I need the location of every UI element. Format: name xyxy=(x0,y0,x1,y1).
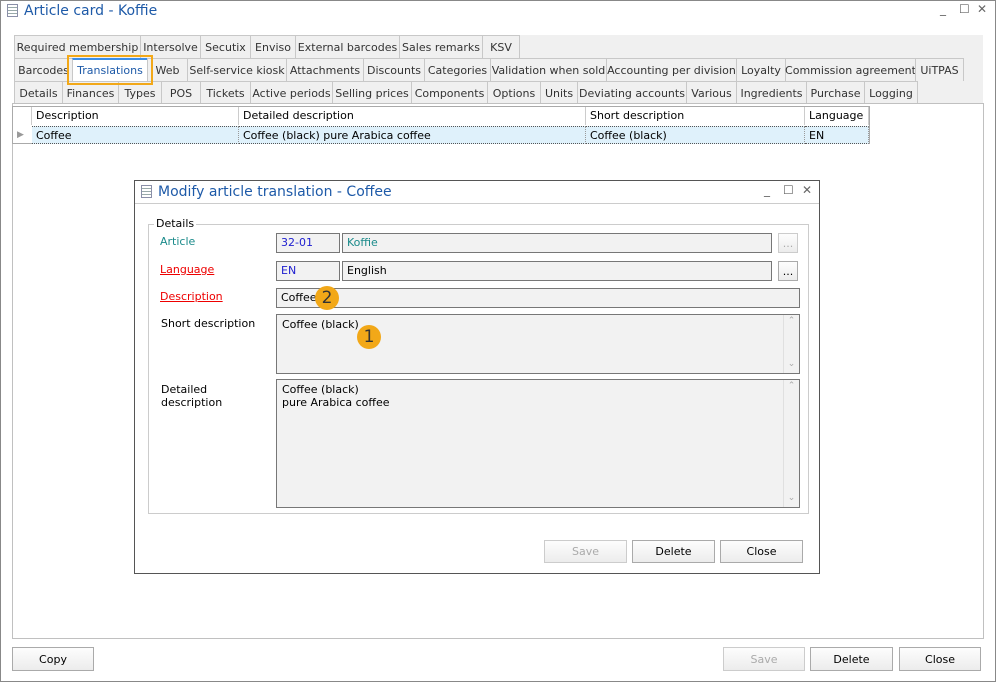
tab-ksv[interactable]: KSV xyxy=(482,35,520,58)
detailed-description-textarea[interactable]: Coffee (black) pure Arabica coffee ⌃ ⌄ xyxy=(276,379,800,508)
language-browse-button[interactable]: ... xyxy=(778,261,798,281)
tab-pos[interactable]: POS xyxy=(161,81,201,104)
tab-components[interactable]: Components xyxy=(411,81,488,104)
tab-barcodes[interactable]: Barcodes xyxy=(14,58,73,81)
language-code-input[interactable]: EN xyxy=(276,261,340,281)
description-input[interactable]: Coffee xyxy=(276,288,800,308)
document-icon xyxy=(141,185,152,198)
dialog-close-button[interactable]: Close xyxy=(720,540,803,563)
short-description-label: Short description xyxy=(161,317,256,330)
tab-tickets[interactable]: Tickets xyxy=(200,81,251,104)
article-browse-button[interactable]: ... xyxy=(778,233,798,253)
language-label[interactable]: Language xyxy=(160,263,214,276)
table-row-description[interactable]: Coffee xyxy=(32,126,239,144)
tab-sales-remarks[interactable]: Sales remarks xyxy=(399,35,483,58)
column-header-detailed-description[interactable]: Detailed description xyxy=(239,107,586,125)
tab-external-barcodes[interactable]: External barcodes xyxy=(295,35,400,58)
tab-selling-prices[interactable]: Selling prices xyxy=(332,81,412,104)
article-name-input[interactable]: Koffie xyxy=(342,233,772,253)
tab-row-2: Barcodes Translations Web Self-service kios… xyxy=(14,58,964,81)
window-title: Article card - Koffie xyxy=(24,3,158,19)
tab-purchase[interactable]: Purchase xyxy=(806,81,865,104)
close-button[interactable]: Close xyxy=(899,647,981,671)
description-label[interactable]: Description xyxy=(160,290,223,303)
row-selector-icon[interactable]: ▶ xyxy=(13,126,32,144)
tab-commission-agreement[interactable]: Commission agreement xyxy=(785,58,916,81)
tab-secutix[interactable]: Secutix xyxy=(200,35,251,58)
dialog-title-divider xyxy=(135,203,819,204)
dialog-title: Modify article translation - Coffee xyxy=(158,184,392,200)
language-name-input[interactable]: English xyxy=(342,261,772,281)
tab-uitpas[interactable]: UiTPAS xyxy=(915,58,964,81)
callout-badge-2: 2 xyxy=(315,286,339,310)
tab-options[interactable]: Options xyxy=(487,81,541,104)
tab-enviso[interactable]: Enviso xyxy=(250,35,296,58)
tab-various[interactable]: Various xyxy=(686,81,737,104)
detailed-description-scrollbar[interactable]: ⌃ ⌄ xyxy=(783,380,799,507)
tab-validation-when-sold[interactable]: Validation when sold xyxy=(490,58,607,81)
tab-deviating-accounts[interactable]: Deviating accounts xyxy=(577,81,687,104)
table-row-short-description[interactable]: Coffee (black) xyxy=(586,126,805,144)
tab-details[interactable]: Details xyxy=(14,81,63,104)
column-header-language[interactable]: Language xyxy=(805,107,869,125)
article-code-input[interactable]: 32-01 xyxy=(276,233,340,253)
tab-loyalty[interactable]: Loyalty xyxy=(736,58,786,81)
close-window-button[interactable]: ✕ xyxy=(977,2,987,16)
dialog-maximize-button[interactable]: ☐ xyxy=(783,183,794,197)
detailed-description-value: Coffee (black) pure Arabica coffee xyxy=(282,383,390,409)
copy-button[interactable]: Copy xyxy=(12,647,94,671)
tab-self-service-kiosk[interactable]: Self-service kiosk xyxy=(187,58,287,81)
detailed-description-label: Detailed description xyxy=(161,383,223,409)
table-row-language[interactable]: EN xyxy=(805,126,869,144)
document-icon xyxy=(7,4,18,17)
dialog-save-button[interactable]: Save xyxy=(544,540,627,563)
short-description-value: Coffee (black) xyxy=(282,318,359,331)
delete-button[interactable]: Delete xyxy=(810,647,893,671)
tab-highlight xyxy=(67,55,153,85)
tab-logging[interactable]: Logging xyxy=(864,81,918,104)
short-description-textarea[interactable]: Coffee (black) ⌃ ⌄ xyxy=(276,314,800,374)
row-header-corner xyxy=(13,107,32,125)
table-row-detailed-description[interactable]: Coffee (black) pure Arabica coffee xyxy=(239,126,586,144)
tab-accounting-per-division[interactable]: Accounting per division xyxy=(606,58,737,81)
maximize-button[interactable]: ☐ xyxy=(959,2,970,16)
short-description-scrollbar[interactable]: ⌃ ⌄ xyxy=(783,315,799,373)
tab-ingredients[interactable]: Ingredients xyxy=(736,81,807,104)
tab-units[interactable]: Units xyxy=(540,81,578,104)
dialog-close-icon[interactable]: ✕ xyxy=(802,183,812,197)
column-header-description[interactable]: Description xyxy=(32,107,239,125)
translations-grid: Description Detailed description Short d… xyxy=(12,106,870,144)
dialog-delete-button[interactable]: Delete xyxy=(632,540,715,563)
tab-active-periods[interactable]: Active periods xyxy=(250,81,333,104)
tab-attachments[interactable]: Attachments xyxy=(286,58,364,81)
tab-web[interactable]: Web xyxy=(147,58,188,81)
tab-categories[interactable]: Categories xyxy=(424,58,491,81)
tab-discounts[interactable]: Discounts xyxy=(363,58,425,81)
column-header-short-description[interactable]: Short description xyxy=(586,107,805,125)
details-group-label: Details xyxy=(154,217,197,230)
dialog-minimize-button[interactable]: _ xyxy=(764,183,770,197)
minimize-button[interactable]: _ xyxy=(940,2,946,16)
callout-badge-1: 1 xyxy=(357,325,381,349)
save-button[interactable]: Save xyxy=(723,647,805,671)
article-label: Article xyxy=(160,235,196,248)
